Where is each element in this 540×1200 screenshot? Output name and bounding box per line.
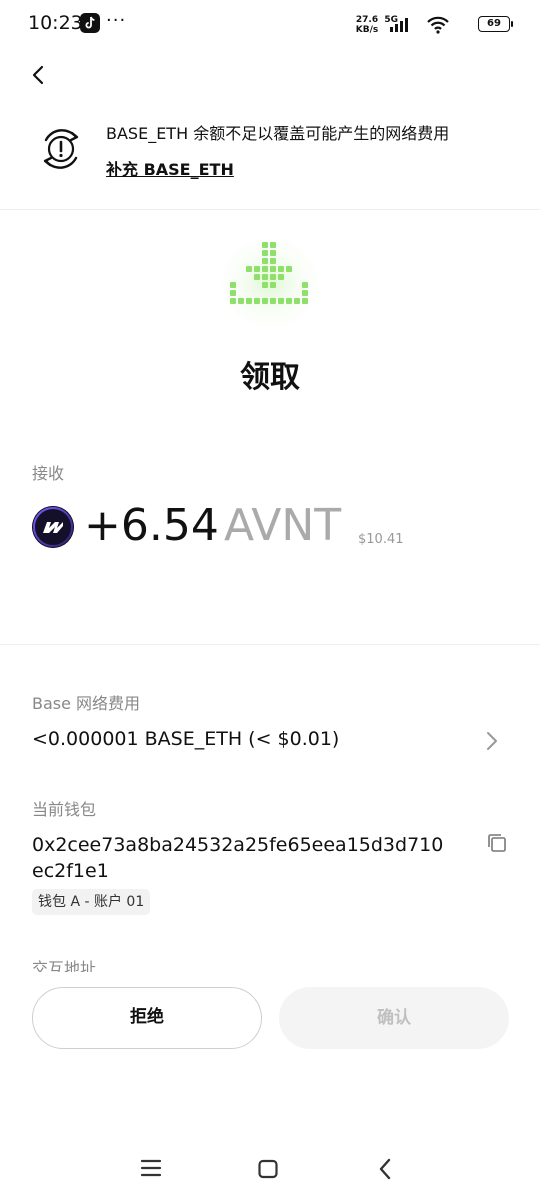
network-fee-label: Base 网络费用: [32, 694, 141, 713]
avnt-token-logo-icon: [32, 506, 74, 548]
pixel-cell: [302, 282, 308, 288]
receive-token-symbol: AVNT: [224, 500, 342, 551]
wallet-address: 0x2cee73a8ba24532a25fe65eea15d3d710ec2f1…: [32, 834, 444, 882]
pixel-cell: [262, 274, 268, 280]
pixel-cell: [286, 266, 292, 272]
warning-message: BASE_ETH 余额不足以覆盖可能产生的网络费用: [106, 124, 450, 143]
pixel-cell: [270, 274, 276, 280]
confirm-button[interactable]: 确认: [279, 987, 509, 1049]
reject-button[interactable]: 拒绝: [32, 987, 262, 1049]
battery-icon: 69: [478, 16, 513, 32]
pixel-download-icon: [205, 228, 335, 348]
home-nav-icon[interactable]: [257, 1159, 279, 1183]
alert-circle-icon: [36, 124, 86, 174]
pixel-cell: [278, 274, 284, 280]
back-nav-icon[interactable]: [376, 1157, 394, 1185]
network-speed-value: 27.6: [355, 15, 379, 25]
pixel-cell: [302, 290, 308, 296]
pixel-cell: [262, 266, 268, 272]
interaction-address-label: 交互地址: [32, 956, 232, 972]
pixel-cell: [262, 258, 268, 264]
signal-icon: [390, 18, 412, 32]
pixel-cell: [270, 266, 276, 272]
network-fee-value: <0.000001 BASE_ETH (< $0.01): [32, 728, 340, 750]
receive-label: 接收: [32, 464, 65, 483]
network-speed-unit: KB/s: [355, 25, 379, 35]
network-speed: 27.6 KB/s: [354, 15, 380, 35]
pixel-cell: [270, 250, 276, 256]
page-title: 领取: [240, 360, 300, 395]
pixel-cell: [262, 298, 268, 304]
insufficient-balance-warning: BASE_ETH 余额不足以覆盖可能产生的网络费用 补充 BASE_ETH: [0, 112, 540, 210]
copy-icon[interactable]: [486, 832, 508, 858]
pixel-cell: [254, 298, 260, 304]
pixel-cell: [230, 282, 236, 288]
wallet-account-badge: 钱包 A - 账户 01: [32, 889, 151, 915]
back-button[interactable]: [24, 60, 56, 92]
receive-amount: +6.54: [84, 500, 219, 551]
chevron-left-icon: [32, 65, 44, 85]
pixel-cell: [278, 266, 284, 272]
pixel-cell: [270, 242, 276, 248]
pixel-cell: [246, 266, 252, 272]
tiktok-icon: [80, 13, 100, 33]
status-bar: 10:23 ··· 27.6 KB/s 5G 69: [0, 0, 540, 50]
receive-usd-value: $10.41: [358, 532, 404, 547]
pixel-cell: [278, 298, 284, 304]
current-wallet-label: 当前钱包: [32, 800, 97, 819]
pixel-cell: [262, 282, 268, 288]
pixel-cell: [262, 242, 268, 248]
pixel-cell: [270, 282, 276, 288]
pixel-cell: [270, 258, 276, 264]
pixel-cell: [294, 298, 300, 304]
interaction-address-label-text: 交互地址: [32, 959, 97, 972]
pixel-cell: [246, 298, 252, 304]
section-divider: [0, 644, 540, 645]
pixel-cell: [270, 298, 276, 304]
pixel-cell: [254, 266, 260, 272]
chevron-right-icon: [484, 730, 500, 756]
pixel-cell: [254, 274, 260, 280]
pixel-cell: [302, 298, 308, 304]
wifi-icon: [426, 16, 450, 38]
pixel-cell: [262, 250, 268, 256]
pixel-cell: [230, 290, 236, 296]
pixel-cell: [238, 298, 244, 304]
top-up-base-eth-link[interactable]: 补充 BASE_ETH: [106, 156, 234, 180]
status-time: 10:23: [28, 12, 83, 34]
menu-nav-icon[interactable]: [140, 1158, 162, 1182]
pixel-cell: [230, 298, 236, 304]
pixel-cell: [286, 298, 292, 304]
more-notifications-icon: ···: [106, 10, 127, 31]
